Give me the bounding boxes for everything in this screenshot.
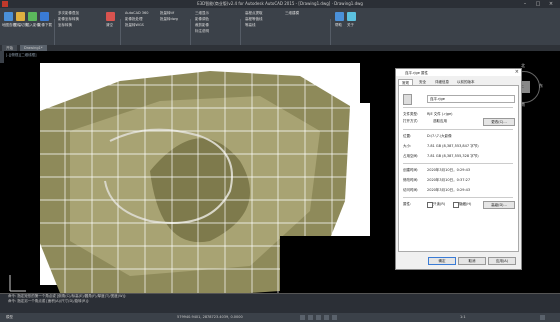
about-icon[interactable] [347,12,356,21]
filename-value: 连平.rjge [430,97,445,101]
ribbon-button[interactable]: 影像坐标转换 [58,17,79,22]
grid-toggle-icon[interactable] [300,315,305,320]
dialog-title: 连平.rjge 属性 [405,70,429,75]
help-icon[interactable] [335,12,344,21]
snap-toggle-icon[interactable] [308,315,313,320]
created-value: 2020年3月10日，0:29:43 [427,168,471,172]
ribbon-button[interactable]: 帮助 [335,23,342,28]
accessed-label: 访问时间: [403,188,419,192]
ribbon: 地图查看 图幅切换 插入影像 影像下载 缩放/平移 多次影像叠加 影像坐标转换 … [0,8,560,50]
ribbon-button[interactable]: 高程等值线 [245,17,263,22]
ribbon-button[interactable]: 影像调色 [195,17,209,22]
ribbon-button[interactable]: 多次影像叠加 [58,11,79,16]
ribbon-button[interactable]: 清空 [106,23,113,28]
modified-label: 修改时间: [403,178,419,182]
accessed-value: 2020年3月10日，0:29:43 [427,188,471,192]
clear-icon[interactable] [106,12,115,21]
file-icon [403,94,412,105]
location-value: D:\7.\7.\大影像 [427,134,452,138]
ribbon-button[interactable]: AutoCAD 360 [125,11,148,15]
sheet-switch-icon[interactable] [16,12,25,21]
ortho-toggle-icon[interactable] [316,315,321,320]
ribbon-button[interactable]: 影像批处理 [125,17,143,22]
status-bar: 模型 579940.9401, 2878723.4039, 0.0000 1:1 [0,313,560,322]
annotation-scale[interactable]: 1:1 [460,315,466,319]
hidden-label: 隐藏(H) [459,202,472,206]
properties-dialog: 连平.rjge 属性 × 常规 安全 详细信息 以前的版本 连平.rjge 文件… [395,68,522,270]
advanced-button[interactable]: 高级(D)... [483,201,515,209]
location-label: 位置: [403,134,412,138]
maximize-icon[interactable]: □ [533,0,543,8]
ribbon-button[interactable]: 标注说明 [195,29,209,34]
apply-button[interactable]: 应用(A) [488,257,516,265]
divider [403,197,513,198]
size-label: 大小: [403,144,412,148]
ribbon-button[interactable]: 高程点提取 [245,11,263,16]
cancel-button[interactable]: 取消 [458,257,486,265]
ribbon-button[interactable]: 三维建模 [285,11,299,16]
osnap-toggle-icon[interactable] [332,315,337,320]
created-label: 创建时间: [403,168,419,172]
download-image-icon[interactable] [40,12,49,21]
title-bar: E3D智能(商业版)v2.4 for Autodesk AutoCAD 2015… [0,0,560,8]
ribbon-button[interactable]: 等高线 [245,23,256,28]
coordinate-readout: 579940.9401, 2878723.4039, 0.0000 [177,315,243,319]
command-history-line: 命令: 指定另一个角点或 [面积(A)/尺寸(D)/旋转(R)]: [8,299,90,303]
ribbon-button[interactable]: 批量转WGS [125,23,144,28]
modified-value: 2020年3月10日，0:37:27 [427,178,471,182]
opens-with-label: 打开方式: [403,119,419,123]
command-line[interactable]: 命令: 指定矩形的第一个角点或 [倒角(C)/标高(E)/圆角(F)/厚度(T)… [0,293,560,314]
dialog-titlebar[interactable]: 连平.rjge 属性 × [396,69,521,76]
close-icon[interactable]: × [546,0,556,8]
disk-size-value: 7.81 GB (8,387,555,328 字节) [427,154,479,158]
ribbon-button[interactable]: 裁剪影像 [195,23,209,28]
file-type-value: RJE 文件 (.rjge) [427,112,453,116]
attributes-label: 属性: [403,202,412,206]
compass-east[interactable]: 东 [539,83,543,89]
ribbon-button[interactable]: 影像下载 [38,23,52,28]
file-type-label: 文件类型: [403,112,419,116]
disk-size-label: 占用空间: [403,154,419,158]
divider [403,163,513,164]
filename-field[interactable]: 连平.rjge [427,95,515,103]
divider [403,107,513,108]
ribbon-button[interactable]: 关于 [347,23,354,28]
window-title: E3D智能(商业版)v2.4 for Autodesk AutoCAD 2015… [197,1,363,6]
size-value: 7.81 GB (8,387,553,847 字节) [427,144,479,148]
ribbon-button[interactable]: 三维显示 [195,11,209,16]
model-tab[interactable]: 模型 [6,315,13,320]
customize-icon[interactable] [540,315,545,320]
minimize-icon[interactable]: – [520,0,530,8]
close-icon[interactable]: × [515,69,519,75]
change-button[interactable]: 更改(C)... [483,118,515,126]
ucs-icon [9,275,26,292]
opens-with-value: 选取应用 [433,119,447,123]
insert-image-icon[interactable] [28,12,37,21]
dialog-body: 连平.rjge 文件类型: RJE 文件 (.rjge) 打开方式: 选取应用 … [398,85,519,252]
readonly-label: 只读(R) [433,202,446,206]
divider [403,129,513,130]
ribbon-button[interactable]: 批量转dwg [160,17,178,22]
map-view-icon[interactable] [4,12,13,21]
polar-toggle-icon[interactable] [324,315,329,320]
ribbon-button[interactable]: 批量转tif [160,11,174,16]
ribbon-button[interactable]: 坐标转换 [58,23,72,28]
ok-button[interactable]: 确定 [428,257,456,265]
